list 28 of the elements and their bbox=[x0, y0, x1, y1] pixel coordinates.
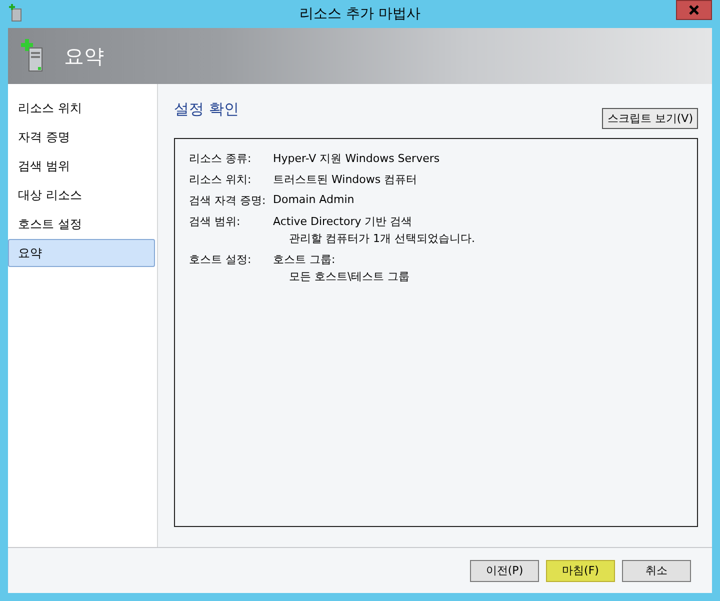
page-title: 요약 bbox=[64, 42, 104, 70]
summary-label: 검색 자격 증명: bbox=[189, 193, 267, 208]
wizard-button[interactable]: 마침(F) bbox=[546, 560, 615, 582]
summary-value: 호스트 그룹: bbox=[273, 252, 336, 267]
nav-item[interactable]: 자격 증명 bbox=[8, 123, 155, 151]
summary-value: 트러스트된 Windows 컴퓨터 bbox=[273, 172, 418, 187]
summary-label: 리소스 위치: bbox=[189, 172, 252, 187]
nav-item[interactable]: 요약 bbox=[8, 239, 155, 267]
summary-label: 호스트 설정: bbox=[189, 252, 252, 268]
summary-value: 관리할 컴퓨터가 1개 선택되었습니다. bbox=[288, 231, 475, 246]
summary-value: Domain Admin bbox=[273, 193, 354, 206]
summary-value: 모든 호스트\테스트 그룹 bbox=[288, 269, 410, 284]
summary-value: Hyper-V 지원 Windows Servers bbox=[273, 151, 440, 166]
summary-label: 리소스 종류: bbox=[189, 151, 252, 166]
close-icon bbox=[689, 5, 699, 15]
nav-item[interactable]: 호스트 설정 bbox=[8, 210, 155, 238]
close-button[interactable] bbox=[676, 0, 712, 20]
summary-value: Active Directory 기반 검색 bbox=[273, 214, 414, 229]
wizard-button[interactable]: 이전(P) bbox=[470, 560, 539, 582]
view-script-button[interactable]: 스크립트 보기(V) bbox=[602, 108, 698, 129]
wizard-button[interactable]: 취소 bbox=[622, 560, 691, 582]
summary-label: 검색 범위: bbox=[189, 214, 242, 230]
nav-item[interactable]: 검색 범위 bbox=[8, 152, 155, 180]
server-add-icon bbox=[8, 4, 22, 22]
nav-item[interactable]: 대상 리소스 bbox=[8, 181, 155, 209]
window-title: 리소스 추가 마법사 bbox=[300, 5, 420, 23]
section-title: 설정 확인 bbox=[174, 100, 239, 119]
nav-item[interactable]: 리소스 위치 bbox=[8, 94, 155, 122]
